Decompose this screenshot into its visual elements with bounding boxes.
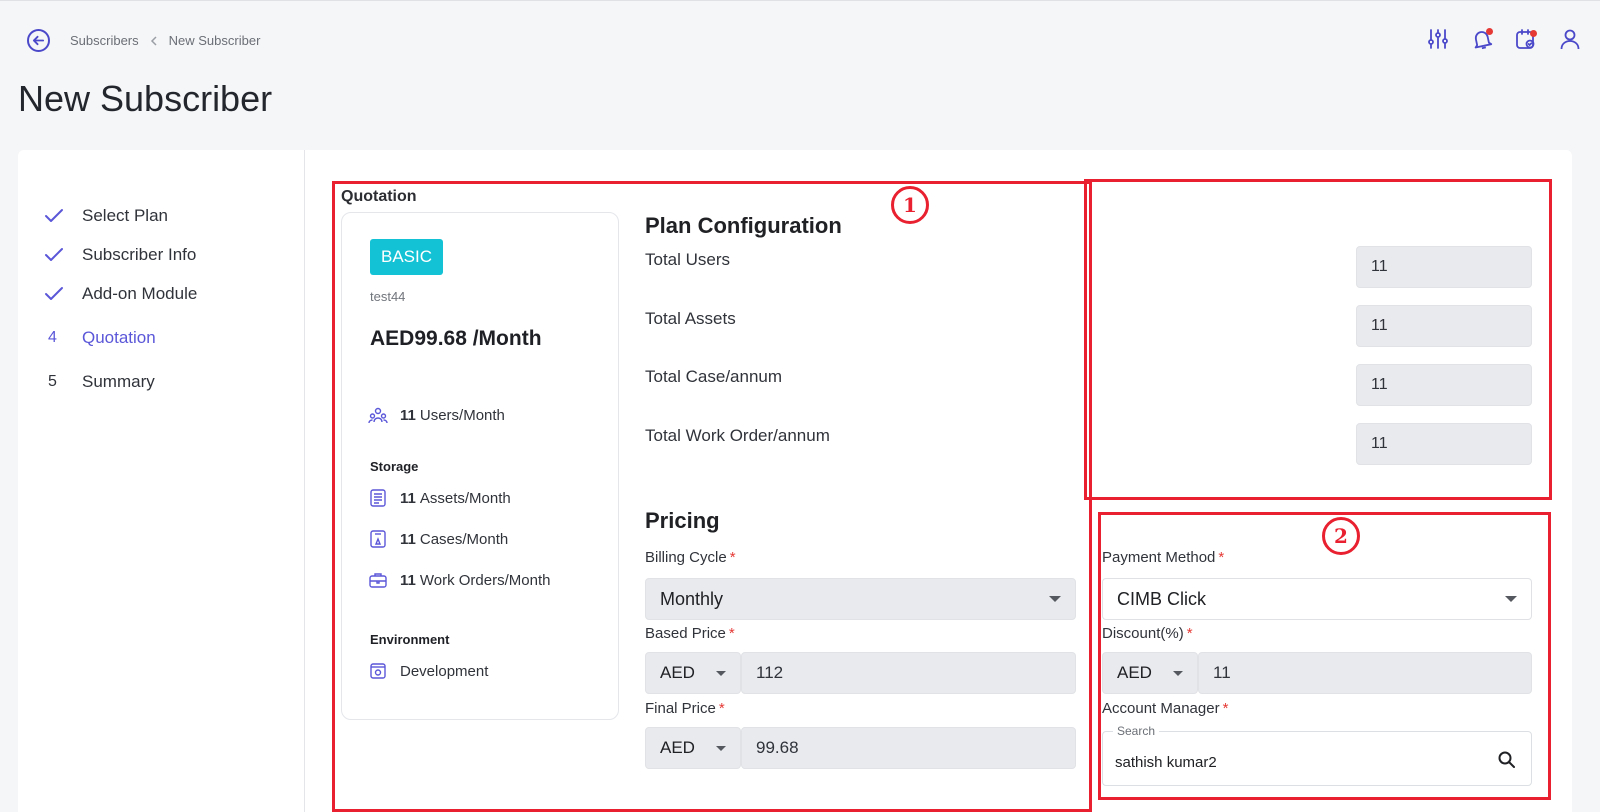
assets-label: Assets/Month: [419, 489, 511, 507]
currency-value: AED: [1117, 663, 1152, 682]
billing-cycle-label: Billing Cycle *: [645, 549, 736, 566]
step-label: Summary: [82, 371, 155, 391]
final-price-input[interactable]: 99.68: [741, 727, 1076, 769]
assets-count: 11: [400, 489, 416, 507]
users-icon: [368, 407, 388, 424]
check-icon: [45, 247, 63, 261]
final-price-currency-select[interactable]: AED: [645, 727, 741, 769]
breadcrumb-parent[interactable]: Subscribers: [70, 33, 139, 48]
page-title: New Subscriber: [18, 78, 273, 119]
discount-currency-select[interactable]: AED: [1102, 652, 1198, 694]
step-number: 5: [48, 372, 57, 390]
search-icon[interactable]: [1497, 750, 1517, 770]
storage-title: Storage: [370, 459, 419, 474]
billing-cycle-select[interactable]: Monthly: [645, 578, 1076, 620]
payment-method-select[interactable]: CIMB Click: [1102, 578, 1532, 620]
plan-tier-badge: BASIC: [370, 239, 444, 275]
case-icon: [370, 530, 386, 548]
sliders-icon[interactable]: [1426, 27, 1450, 51]
cases-label: Cases/Month: [419, 530, 509, 548]
step-quotation[interactable]: 4 Quotation: [44, 318, 197, 357]
environment-icon: [370, 663, 386, 679]
stepper: Select Plan Subscriber Info Add-on Modul…: [44, 196, 197, 401]
calendar-dot: [1530, 30, 1537, 37]
payment-method-value: CIMB Click: [1117, 588, 1206, 609]
pricing-title: Pricing: [645, 508, 720, 533]
step-subscriber-info[interactable]: Subscriber Info: [44, 235, 197, 274]
total-users-label: Total Users: [645, 250, 731, 269]
top-border: [0, 0, 1600, 1]
calendar-check-icon[interactable]: [1514, 27, 1538, 51]
breadcrumb: Subscribers New Subscriber: [70, 33, 260, 48]
chevron-down-icon: [716, 670, 726, 676]
account-manager-label: Account Manager *: [1102, 700, 1229, 717]
annotation-badge-1: 1: [891, 186, 929, 224]
feature-assets: 11 Assets/Month: [368, 488, 511, 508]
step-summary[interactable]: 5 Summary: [44, 362, 197, 401]
discount-input[interactable]: 11: [1198, 652, 1532, 694]
work-orders-count: 11: [400, 571, 416, 589]
cases-count: 11: [400, 530, 416, 548]
breadcrumb-current: New Subscriber: [168, 33, 261, 48]
environment-title: Environment: [370, 632, 450, 647]
bell-icon[interactable]: [1470, 27, 1494, 51]
payment-method-label: Payment Method *: [1102, 549, 1225, 566]
plan-card: BASIC test44 AED99.68 /Month 11 Users/Mon…: [341, 212, 619, 720]
based-price-currency-select[interactable]: AED: [645, 652, 741, 694]
notification-dot: [1486, 28, 1493, 35]
total-assets-label: Total Assets: [645, 309, 736, 328]
chevron-left-icon: [150, 35, 157, 46]
plan-name: test44: [370, 289, 406, 304]
chevron-down-icon: [1505, 596, 1517, 602]
work-orders-label: Work Orders/Month: [419, 571, 551, 589]
step-number: 4: [48, 328, 57, 346]
plan-configuration-title: Plan Configuration: [645, 213, 842, 238]
feature-work-orders: 11 Work Orders/Month: [368, 570, 550, 590]
account-manager-value: sathish kumar2: [1115, 754, 1217, 771]
chevron-down-icon: [716, 745, 726, 751]
total-users-input[interactable]: 11: [1356, 246, 1532, 288]
step-add-on-module[interactable]: Add-on Module: [44, 274, 197, 313]
step-label: Select Plan: [82, 205, 168, 225]
back-button[interactable]: [27, 29, 50, 52]
chevron-down-icon: [1049, 596, 1061, 602]
feature-cases: 11 Cases/Month: [368, 529, 508, 549]
currency-value: AED: [660, 663, 695, 682]
step-label: Subscriber Info: [82, 244, 197, 264]
check-icon: [45, 208, 63, 222]
arrow-left-icon: [32, 35, 45, 46]
feature-environment: Development: [368, 661, 488, 681]
user-icon[interactable]: [1558, 27, 1582, 51]
plan-price: AED99.68 /Month: [370, 327, 542, 350]
chevron-down-icon: [1173, 670, 1183, 676]
check-icon: [45, 286, 63, 300]
based-price-input[interactable]: 112: [741, 652, 1076, 694]
users-count: 11: [400, 406, 416, 424]
total-work-orders-input[interactable]: 11: [1356, 423, 1532, 465]
billing-cycle-value: Monthly: [660, 588, 724, 609]
step-label: Add-on Module: [82, 283, 198, 303]
environment-value: Development: [400, 662, 489, 680]
total-assets-input[interactable]: 11: [1356, 305, 1532, 347]
quotation-title: Quotation: [341, 188, 417, 205]
based-price-label: Based Price *: [645, 625, 735, 642]
users-label: Users/Month: [419, 406, 505, 424]
total-cases-label: Total Case/annum: [645, 367, 783, 386]
toolbox-icon: [369, 573, 387, 588]
account-manager-search[interactable]: Search sathish kumar2: [1102, 724, 1532, 786]
step-label: Quotation: [82, 327, 156, 347]
currency-value: AED: [660, 738, 695, 757]
discount-label: Discount(%) *: [1102, 625, 1193, 642]
document-list-icon: [370, 489, 386, 507]
steps-divider: [304, 150, 305, 812]
header-actions: [1426, 27, 1582, 51]
search-legend: Search: [1113, 724, 1160, 738]
feature-users: 11 Users/Month: [368, 405, 505, 425]
step-select-plan[interactable]: Select Plan: [44, 196, 197, 235]
total-work-orders-label: Total Work Order/annum: [645, 426, 830, 445]
total-cases-input[interactable]: 11: [1356, 364, 1532, 406]
annotation-badge-2: 2: [1322, 517, 1360, 555]
final-price-label: Final Price *: [645, 700, 725, 717]
